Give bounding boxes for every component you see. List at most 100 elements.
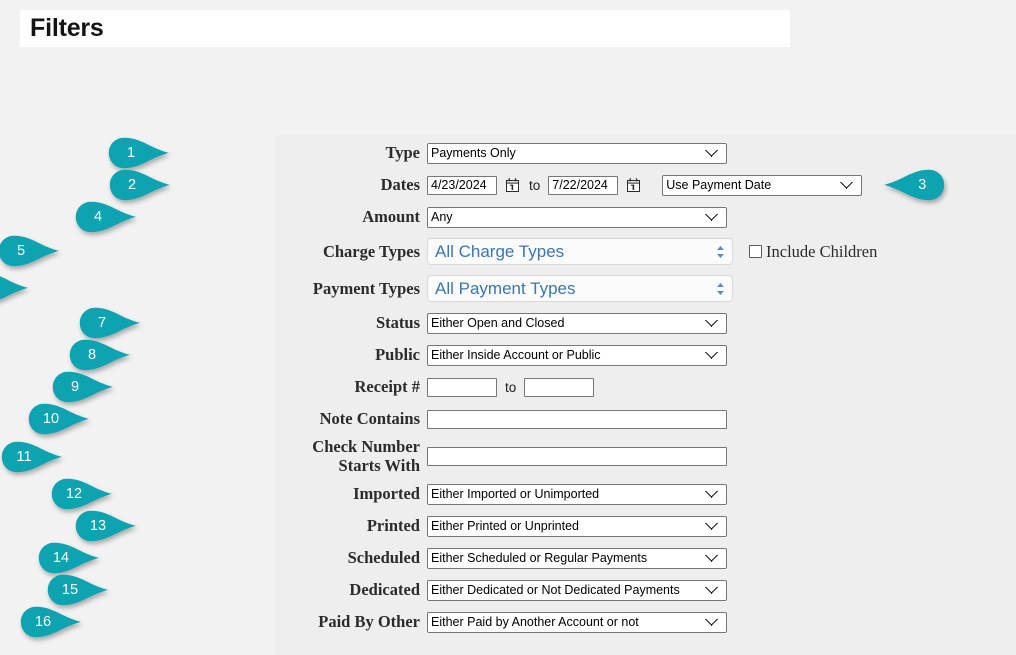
callout-badge-16: 16: [20, 606, 82, 638]
label-dates: Dates: [275, 176, 427, 193]
include-children-label: Include Children: [766, 242, 877, 262]
filter-row-imported: 12 Imported Either Imported or Unimporte…: [275, 478, 1016, 510]
include-children-checkbox[interactable]: [749, 245, 762, 258]
label-payment-types: Payment Types: [275, 280, 427, 297]
filter-row-type: 1 Type Payments Only: [275, 137, 1016, 169]
payment-types-multiselect[interactable]: All Payment Types: [427, 275, 733, 302]
receipt-from-input[interactable]: [427, 378, 497, 397]
control-status: Either Open and Closed: [427, 313, 727, 334]
callout-badge-6-number: 6: [0, 272, 10, 304]
callout-badge-9-number: 9: [55, 371, 95, 403]
filter-row-status: 7 Status Either Open and Closed: [275, 307, 1016, 339]
amount-select[interactable]: Any: [427, 207, 727, 228]
label-imported: Imported: [275, 485, 427, 502]
callout-badge-11: 11: [1, 441, 63, 473]
callout-badge-1-number: 1: [111, 137, 151, 169]
label-check-number-line1: Check Number: [275, 438, 420, 456]
public-select[interactable]: Either Inside Account or Public: [427, 345, 727, 366]
status-select[interactable]: Either Open and Closed: [427, 313, 727, 334]
calendar-icon-from-button[interactable]: [505, 178, 519, 193]
control-amount: Any: [427, 207, 727, 228]
control-payment-types: All Payment Types: [427, 275, 733, 302]
label-check-number-line2: Starts With: [275, 457, 420, 475]
callout-badge-10-number: 10: [31, 403, 71, 435]
receipt-to-input[interactable]: [524, 378, 594, 397]
callout-badge-2-number: 2: [112, 169, 152, 201]
date-mode-select[interactable]: Use Payment Date: [662, 175, 862, 196]
printed-select[interactable]: Either Printed or Unprinted: [427, 516, 727, 537]
callout-badge-14: 14: [38, 542, 100, 574]
callout-badge-11-number: 11: [4, 441, 44, 473]
payment-types-value: All Payment Types: [435, 279, 575, 299]
check-number-input[interactable]: [427, 447, 727, 466]
filter-row-dates: 2 Dates to: [275, 169, 1016, 201]
filter-row-receipt: 9 Receipt # to: [275, 371, 1016, 403]
receipt-to-label: to: [503, 380, 518, 395]
label-type: Type: [275, 144, 427, 161]
dedicated-select[interactable]: Either Dedicated or Not Dedicated Paymen…: [427, 580, 727, 601]
calendar-icon: [506, 178, 519, 192]
callout-badge-4: 4: [75, 201, 137, 233]
label-check-number: Check Number Starts With: [275, 438, 427, 475]
label-public: Public: [275, 346, 427, 363]
filter-row-paid-by-other: 16 Paid By Other Either Paid by Another …: [275, 606, 1016, 638]
filter-row-payment-types: 6 Payment Types All Payment Types: [275, 270, 1016, 307]
control-note-contains: [427, 410, 727, 429]
filter-row-scheduled: 14 Scheduled Either Scheduled or Regular…: [275, 542, 1016, 574]
callout-badge-9: 9: [52, 371, 114, 403]
page-title: Filters: [20, 14, 104, 43]
filter-row-dedicated: 15 Dedicated Either Dedicated or Not Ded…: [275, 574, 1016, 606]
callout-badge-16-number: 16: [23, 606, 63, 638]
control-printed: Either Printed or Unprinted: [427, 516, 727, 537]
control-type: Payments Only: [427, 143, 727, 164]
label-charge-types: Charge Types: [275, 243, 427, 260]
control-check-number: [427, 447, 727, 466]
callout-badge-3-number: 3: [902, 169, 942, 201]
callout-badge-12: 12: [51, 478, 113, 510]
callout-badge-3: 3: [883, 169, 945, 201]
page-header: Filters: [20, 10, 790, 47]
callout-badge-1: 1: [108, 137, 170, 169]
callout-badge-5: 5: [0, 235, 60, 267]
control-charge-types: All Charge Types Include Children: [427, 238, 877, 265]
paid-by-other-select[interactable]: Either Paid by Another Account or not: [427, 612, 727, 633]
control-paid-by-other: Either Paid by Another Account or not: [427, 612, 727, 633]
spinner-updown-icon: [716, 245, 725, 259]
callout-badge-8: 8: [69, 339, 131, 371]
scheduled-select[interactable]: Either Scheduled or Regular Payments: [427, 548, 727, 569]
label-amount: Amount: [275, 208, 427, 225]
charge-types-value: All Charge Types: [435, 242, 564, 262]
date-from-input[interactable]: [427, 176, 497, 195]
label-dedicated: Dedicated: [275, 581, 427, 598]
calendar-icon: [627, 178, 640, 192]
charge-types-multiselect[interactable]: All Charge Types: [427, 238, 733, 265]
control-scheduled: Either Scheduled or Regular Payments: [427, 548, 727, 569]
label-paid-by-other: Paid By Other: [275, 613, 427, 630]
filter-row-amount: 4 Amount Any: [275, 201, 1016, 233]
callout-badge-4-number: 4: [78, 201, 118, 233]
filters-panel: 1 Type Payments Only 2 Dates: [275, 135, 1016, 655]
control-dedicated: Either Dedicated or Not Dedicated Paymen…: [427, 580, 727, 601]
label-printed: Printed: [275, 517, 427, 534]
filter-row-check-number: 11 Check Number Starts With: [275, 435, 1016, 478]
callout-badge-10: 10: [28, 403, 90, 435]
date-to-input[interactable]: [548, 176, 618, 195]
note-contains-input[interactable]: [427, 410, 727, 429]
dates-to-label: to: [527, 178, 542, 193]
callout-badge-2: 2: [109, 169, 171, 201]
callout-badge-12-number: 12: [54, 478, 94, 510]
type-select[interactable]: Payments Only: [427, 143, 727, 164]
callout-badge-5-number: 5: [1, 235, 41, 267]
callout-badge-7: 7: [79, 307, 141, 339]
filter-row-note-contains: 10 Note Contains: [275, 403, 1016, 435]
control-receipt: to: [427, 378, 594, 397]
label-note-contains: Note Contains: [275, 410, 427, 427]
spinner-updown-icon: [716, 282, 725, 296]
control-dates: to Use Payment Date 3: [427, 169, 945, 201]
callout-badge-15: 15: [47, 574, 109, 606]
calendar-icon-to-button[interactable]: [626, 178, 640, 193]
filter-row-charge-types: 5 Charge Types All Charge Types Include …: [275, 233, 1016, 270]
filter-row-public: 8 Public Either Inside Account or Public: [275, 339, 1016, 371]
imported-select[interactable]: Either Imported or Unimported: [427, 484, 727, 505]
label-receipt: Receipt #: [275, 378, 427, 395]
